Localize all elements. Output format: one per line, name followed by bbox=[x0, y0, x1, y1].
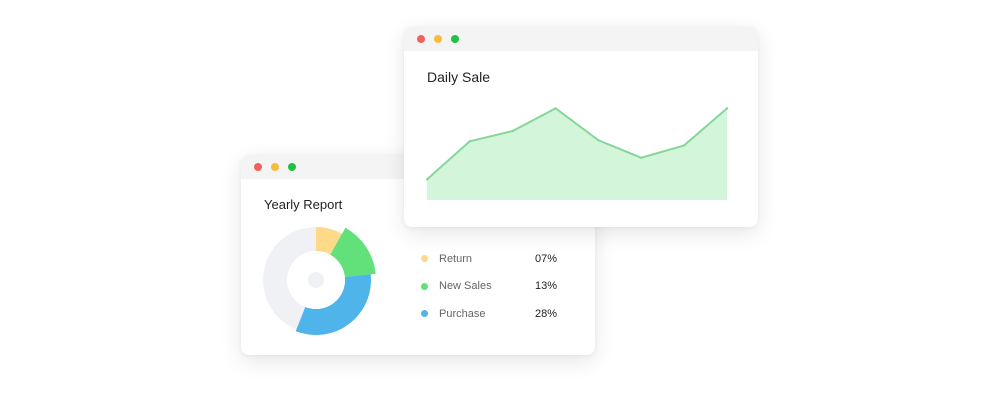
daily-sale-window: Daily Sale bbox=[404, 27, 758, 227]
area-point-5 bbox=[597, 139, 600, 142]
stage: Yearly Report Return 07% New Sales 13% P… bbox=[0, 0, 1000, 413]
legend-dot-return bbox=[421, 255, 428, 263]
minimize-dot-icon[interactable] bbox=[434, 35, 442, 43]
legend-item-new-sales: New Sales 13% bbox=[421, 273, 571, 301]
legend-item-return: Return 07% bbox=[421, 245, 571, 273]
maximize-dot-icon[interactable] bbox=[451, 35, 459, 43]
area-point-1 bbox=[425, 178, 429, 181]
area-point-6 bbox=[640, 156, 643, 159]
legend-value-return: 07% bbox=[535, 252, 558, 265]
legend-value-new-sales: 13% bbox=[535, 280, 558, 293]
area-point-4 bbox=[554, 107, 557, 110]
legend-dot-purchase bbox=[421, 310, 428, 318]
legend-label-new-sales: New Sales bbox=[439, 280, 492, 293]
window-titlebar bbox=[404, 27, 758, 51]
area-point-8 bbox=[725, 107, 729, 110]
area-point-3 bbox=[511, 129, 514, 133]
area-fill bbox=[427, 108, 727, 200]
legend-value-purchase: 28% bbox=[535, 307, 558, 320]
legend-item-purchase: Purchase 28% bbox=[421, 300, 571, 328]
close-dot-icon[interactable] bbox=[417, 35, 425, 43]
minimize-dot-icon[interactable] bbox=[271, 163, 279, 171]
area-point-2 bbox=[468, 140, 472, 143]
maximize-dot-icon[interactable] bbox=[288, 163, 296, 171]
legend-label-purchase: Purchase bbox=[439, 307, 486, 320]
yearly-report-donut-chart bbox=[263, 227, 376, 335]
legend-label-return: Return bbox=[439, 252, 473, 265]
yearly-report-legend: Return 07% New Sales 13% Purchase 28% bbox=[421, 245, 571, 328]
legend-dot-new-sales bbox=[421, 282, 428, 290]
close-dot-icon[interactable] bbox=[254, 163, 262, 171]
donut-center-dot bbox=[308, 272, 324, 288]
daily-sale-area-chart bbox=[425, 107, 729, 200]
yearly-report-title: Yearly Report bbox=[264, 197, 343, 212]
area-point-7 bbox=[682, 144, 686, 147]
